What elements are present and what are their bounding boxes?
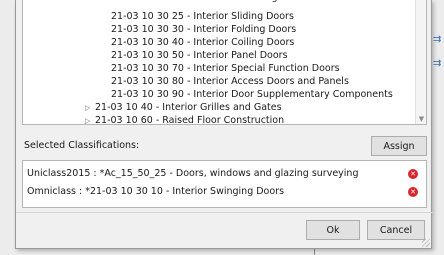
tree-item-label: 21-03 10 30 40 - Interior Coiling Doors [111, 37, 295, 48]
list-item-label: Uniclass2015 : *Ac_15_50_25 - Doors, win… [27, 168, 359, 179]
tree-item-label: 21-03 10 40 - Interior Grilles and Gates [95, 102, 282, 113]
tree-item-label: 21-03 10 30 80 - Interior Access Doors a… [111, 76, 349, 87]
tree-item[interactable]: ▷ 21-03 10 40 - Interior Grilles and Gate… [85, 101, 282, 114]
chevron-right-icon[interactable]: ▷ [85, 115, 95, 124]
tree-item-label: 21-03 10 30 20 - Interior Revolving Door… [111, 0, 308, 3]
background-divider [314, 249, 315, 255]
tree-item[interactable]: 21-03 10 30 90 - Interior Door Supplemen… [111, 88, 393, 101]
list-item[interactable]: Omniclass : *21-03 10 30 10 - Interior S… [27, 185, 422, 199]
list-item[interactable]: Uniclass2015 : *Ac_15_50_25 - Doors, win… [27, 167, 422, 181]
selected-classifications-label: Selected Classifications: [24, 140, 140, 151]
tree-item[interactable]: 21-03 10 30 80 - Interior Access Doors a… [111, 75, 349, 88]
tree-item[interactable]: 21-03 10 30 20 - Interior Revolving Door… [111, 0, 308, 4]
remove-icon[interactable]: ✕ [408, 187, 418, 197]
classification-tree[interactable]: 21-03 10 30 20 - Interior Revolving Door… [22, 0, 427, 125]
selected-classifications-list: Uniclass2015 : *Ac_15_50_25 - Doors, win… [22, 160, 427, 208]
tree-scrollbar[interactable]: ▼ [415, 0, 426, 124]
background-arrow-icon: ⇉ [433, 58, 442, 69]
tree-item[interactable]: 21-03 10 30 50 - Interior Panel Doors [111, 49, 288, 62]
background-arrow-icon: ⇉ [433, 34, 442, 45]
chevron-down-icon[interactable]: ▼ [416, 113, 426, 124]
tree-item[interactable]: 21-03 10 30 30 - Interior Folding Doors [111, 23, 296, 36]
tree-item-label: 21-03 10 30 25 - Interior Sliding Doors [111, 11, 294, 22]
tree-item-label: 21-03 10 30 30 - Interior Folding Doors [111, 24, 297, 35]
tree-item[interactable]: 21-03 10 30 25 - Interior Sliding Doors [111, 10, 294, 23]
resize-grip-icon[interactable] [422, 239, 430, 247]
list-item-label: Omniclass : *21-03 10 30 10 - Interior S… [27, 186, 285, 197]
remove-icon[interactable]: ✕ [408, 169, 418, 179]
tree-item-label: 21-03 10 30 90 - Interior Door Supplemen… [111, 89, 393, 100]
tree-item[interactable]: 21-03 10 30 70 - Interior Special Functi… [111, 62, 340, 75]
classification-dialog: 21-03 10 30 20 - Interior Revolving Door… [15, 0, 433, 249]
footer-divider [16, 212, 433, 213]
tree-item[interactable]: ▷ 21-03 10 60 - Raised Floor Construction [85, 114, 285, 125]
cancel-button[interactable]: Cancel [367, 220, 425, 240]
ok-button[interactable]: Ok [306, 220, 360, 240]
tree-item-label: 21-03 10 30 70 - Interior Special Functi… [111, 63, 340, 74]
tree-item-label: 21-03 10 60 - Raised Floor Construction [95, 115, 285, 125]
assign-button[interactable]: Assign [371, 136, 427, 156]
tree-item-label: 21-03 10 30 50 - Interior Panel Doors [111, 50, 288, 61]
tree-item[interactable]: 21-03 10 30 40 - Interior Coiling Doors [111, 36, 294, 49]
